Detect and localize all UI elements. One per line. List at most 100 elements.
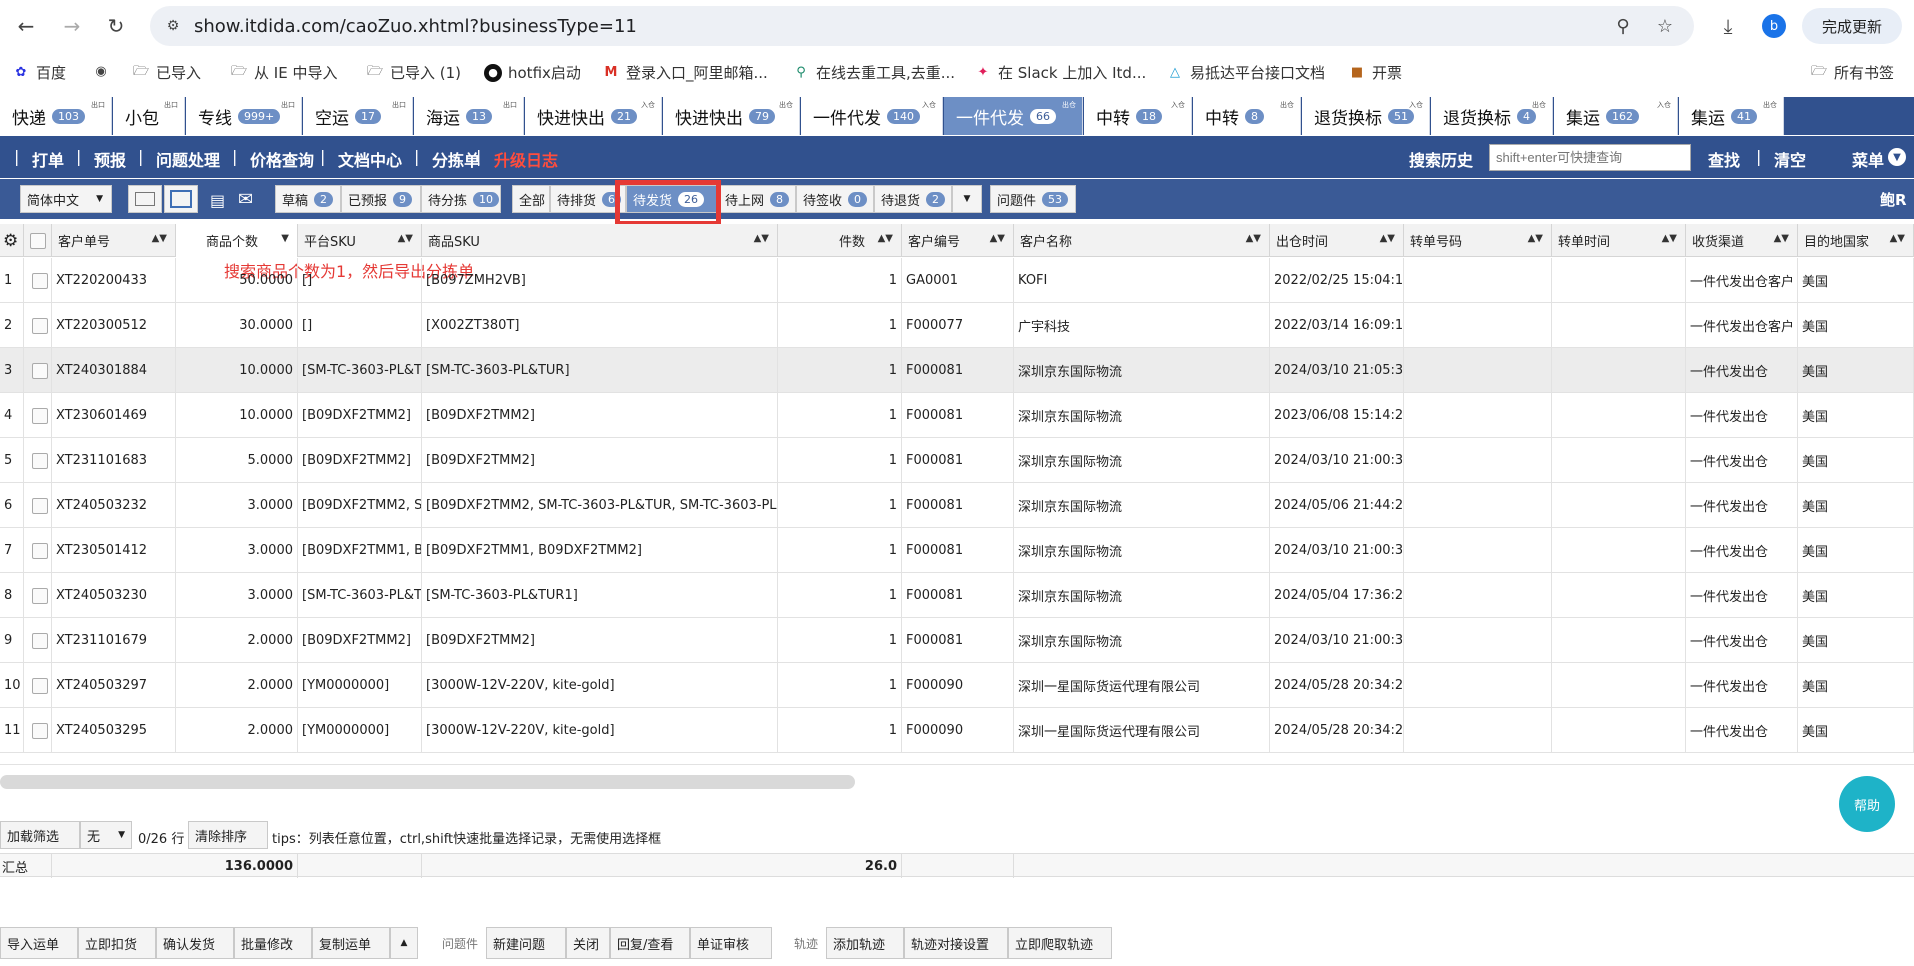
clear-button[interactable]: 清空 <box>1774 147 1806 171</box>
status-pending-online[interactable]: 待上网 8 <box>718 185 796 213</box>
status-pending-sort[interactable]: 待分拣 10 <box>421 185 501 213</box>
table-row[interactable]: 4 XT230601469 10.0000 [B09DXF2TMM2] [B09DXF2… <box>0 393 1914 438</box>
column-channel[interactable]: 收货渠道 ▲▼ <box>1686 224 1798 257</box>
column-item-count[interactable]: 商品个数 ▼ <box>176 224 298 257</box>
bookmark-imported[interactable]: 🗁 已导入 <box>132 62 201 83</box>
tab-transit-out[interactable]: 中转 8 出仓 <box>1193 97 1301 135</box>
table-row[interactable]: 10 XT240503297 2.0000 [YM0000000] [3000W-12V… <box>0 663 1914 708</box>
status-forecasted[interactable]: 已预报 9 <box>341 185 421 213</box>
search-history-button[interactable]: 搜索历史 <box>1409 147 1473 171</box>
load-filter-button[interactable]: 加载筛选 <box>0 821 80 849</box>
row-checkbox[interactable] <box>24 663 52 708</box>
column-customer-no[interactable]: 客户编号 ▲▼ <box>902 224 1014 257</box>
menu-sorting-sheet[interactable]: 分拣单 <box>432 147 480 171</box>
tab-dropship-out[interactable]: 一件代发 66 出仓 <box>944 97 1083 135</box>
site-info-icon[interactable]: ⚙ <box>162 15 184 37</box>
tab-consolidation-in[interactable]: 集运 162 入仓 <box>1554 97 1678 135</box>
menu-documents[interactable]: 文档中心 <box>338 147 402 171</box>
language-select[interactable]: 简体中文 ▼ <box>20 185 112 213</box>
column-transfer-time[interactable]: 转单时间 ▲▼ <box>1552 224 1686 257</box>
menu-print[interactable]: 打单 <box>32 147 64 171</box>
bookmark-slack[interactable]: ✦ 在 Slack 上加入 Itd... <box>974 62 1147 83</box>
row-checkbox[interactable] <box>24 258 52 303</box>
status-all[interactable]: 全部 <box>512 185 550 213</box>
tab-dedicated-line[interactable]: 专线 999+ 出口 <box>186 97 302 135</box>
status-pending-signoff[interactable]: 待签收 0 <box>796 185 874 213</box>
table-row[interactable]: 8 XT240503230 3.0000 [SM-TC-3603-PL&T [SM-TC… <box>0 573 1914 618</box>
bookmark-aliyun-mail[interactable]: M 登录入口_阿里邮箱... <box>602 62 768 83</box>
wide-view-icon[interactable] <box>164 185 198 213</box>
add-track-button[interactable]: 添加轨迹 <box>826 927 904 959</box>
horizontal-scrollbar[interactable] <box>0 775 855 789</box>
row-checkbox[interactable] <box>24 573 52 618</box>
filter-select[interactable]: 无 ▼ <box>80 821 132 849</box>
status-pending-arrange[interactable]: 待排货 6 <box>550 185 626 213</box>
table-row[interactable]: 1 XT220200433 50.0000[] [B097ZMH2VB] 1 GA0001… <box>0 258 1914 303</box>
tab-quick-in[interactable]: 快进快出 21 入仓 <box>525 97 662 135</box>
column-out-time[interactable]: 出仓时间 ▲▼ <box>1270 224 1404 257</box>
status-draft[interactable]: 草稿 2 <box>275 185 341 213</box>
column-pieces[interactable]: 件数 ▲▼ <box>778 224 902 257</box>
batch-edit-button[interactable]: 批量修改 <box>234 927 312 959</box>
more-status-dropdown[interactable]: ▼ <box>952 185 982 213</box>
table-row[interactable]: 7 XT230501412 3.0000 [B09DXF2TMM1, B [B09DXF… <box>0 528 1914 573</box>
row-checkbox[interactable] <box>24 618 52 663</box>
row-checkbox[interactable] <box>24 708 52 753</box>
row-checkbox[interactable] <box>24 303 52 348</box>
tab-dropship-in[interactable]: 一件代发 140 入仓 <box>801 97 943 135</box>
track-setup-button[interactable]: 轨迹对接设置 <box>904 927 1008 959</box>
chevron-down-icon[interactable]: ▼ <box>1888 148 1906 166</box>
confirm-ship-button[interactable]: 确认发货 <box>156 927 234 959</box>
import-waybill-button[interactable]: 导入运单 <box>0 927 78 959</box>
address-bar[interactable]: ⚙ show.itdida.com/caoZuo.xhtml?businessT… <box>150 6 1694 46</box>
menu-price-query[interactable]: 价格查询 <box>250 147 314 171</box>
bookmark-imported-1[interactable]: 🗁 已导入 (1) <box>366 62 461 83</box>
tab-transit-in[interactable]: 中转 18 入仓 <box>1084 97 1192 135</box>
row-checkbox[interactable] <box>24 483 52 528</box>
avatar[interactable]: b <box>1762 14 1786 38</box>
table-row[interactable]: 11 XT240503295 2.0000 [YM0000000] [3000W-12V… <box>0 708 1914 753</box>
bookmark-api-docs[interactable]: △ 易抵达平台接口文档 <box>1166 62 1325 83</box>
bookmark-hotfix[interactable]: ● hotfix启动 <box>484 62 581 83</box>
tab-sea[interactable]: 海运 13 出口 <box>414 97 524 135</box>
tab-consolidation-out[interactable]: 集运 41 出仓 <box>1679 97 1784 135</box>
status-pending-return[interactable]: 待退货 2 <box>874 185 952 213</box>
bookmark-ie-import[interactable]: 🗁 从 IE 中导入 <box>230 62 338 83</box>
row-checkbox[interactable] <box>24 438 52 483</box>
row-checkbox[interactable] <box>24 348 52 393</box>
column-goods-sku[interactable]: 商品SKU ▲▼ <box>422 224 778 257</box>
forward-icon[interactable]: → <box>58 12 86 40</box>
close-issue-button[interactable]: 关闭 <box>566 927 610 959</box>
bookmark-dedupe-tool[interactable]: ⚲ 在线去重工具,去重... <box>792 62 955 83</box>
column-transfer-no[interactable]: 转单号码 ▲▼ <box>1404 224 1552 257</box>
copy-waybill-button[interactable]: 复制运单 <box>312 927 390 959</box>
star-icon[interactable]: ☆ <box>1654 15 1676 37</box>
reload-icon[interactable]: ↻ <box>102 12 130 40</box>
compact-view-icon[interactable] <box>128 185 162 213</box>
list-icon[interactable]: ▤ <box>210 191 225 210</box>
menu-issues[interactable]: 问题处理 <box>156 147 220 171</box>
tab-express[interactable]: 快递 103 出口 <box>0 97 112 135</box>
hold-goods-button[interactable]: 立即扣货 <box>78 927 156 959</box>
menu-dropdown[interactable]: 菜单 <box>1852 147 1884 171</box>
chevron-up-icon[interactable]: ▲ <box>390 927 418 959</box>
tab-return-relabel-in[interactable]: 退货换标 51 入仓 <box>1302 97 1430 135</box>
table-row[interactable]: 9 XT231101679 2.0000 [B09DXF2TMM2] [B09DXF2T… <box>0 618 1914 663</box>
envelope-icon[interactable]: ✉ <box>238 189 253 210</box>
tab-return-relabel-out[interactable]: 退货换标 4 出仓 <box>1431 97 1553 135</box>
settings-gear-icon[interactable]: ⚙ <box>0 224 24 257</box>
update-button[interactable]: 完成更新 <box>1802 8 1902 44</box>
column-order-no[interactable]: 客户单号 ▲▼ <box>52 224 176 257</box>
menu-changelog[interactable]: 升级日志 <box>494 147 558 171</box>
row-checkbox[interactable] <box>24 393 52 438</box>
status-pending-ship[interactable]: 待发货 26 <box>626 185 718 213</box>
table-row[interactable]: 2 XT220300512 30.0000[] [X002ZT380T] 1 F00007… <box>0 303 1914 348</box>
clear-sort-button[interactable]: 清除排序 <box>188 821 268 849</box>
document-review-button[interactable]: 单证审核 <box>690 927 772 959</box>
new-issue-button[interactable]: 新建问题 <box>486 927 566 959</box>
fetch-track-button[interactable]: 立即爬取轨迹 <box>1008 927 1112 959</box>
tab-quick-out[interactable]: 快进快出 79 出仓 <box>663 97 800 135</box>
reply-view-button[interactable]: 回复/查看 <box>610 927 690 959</box>
column-destination[interactable]: 目的地国家 ▲▼ <box>1798 224 1914 257</box>
column-platform-sku[interactable]: 平台SKU ▲▼ <box>298 224 422 257</box>
